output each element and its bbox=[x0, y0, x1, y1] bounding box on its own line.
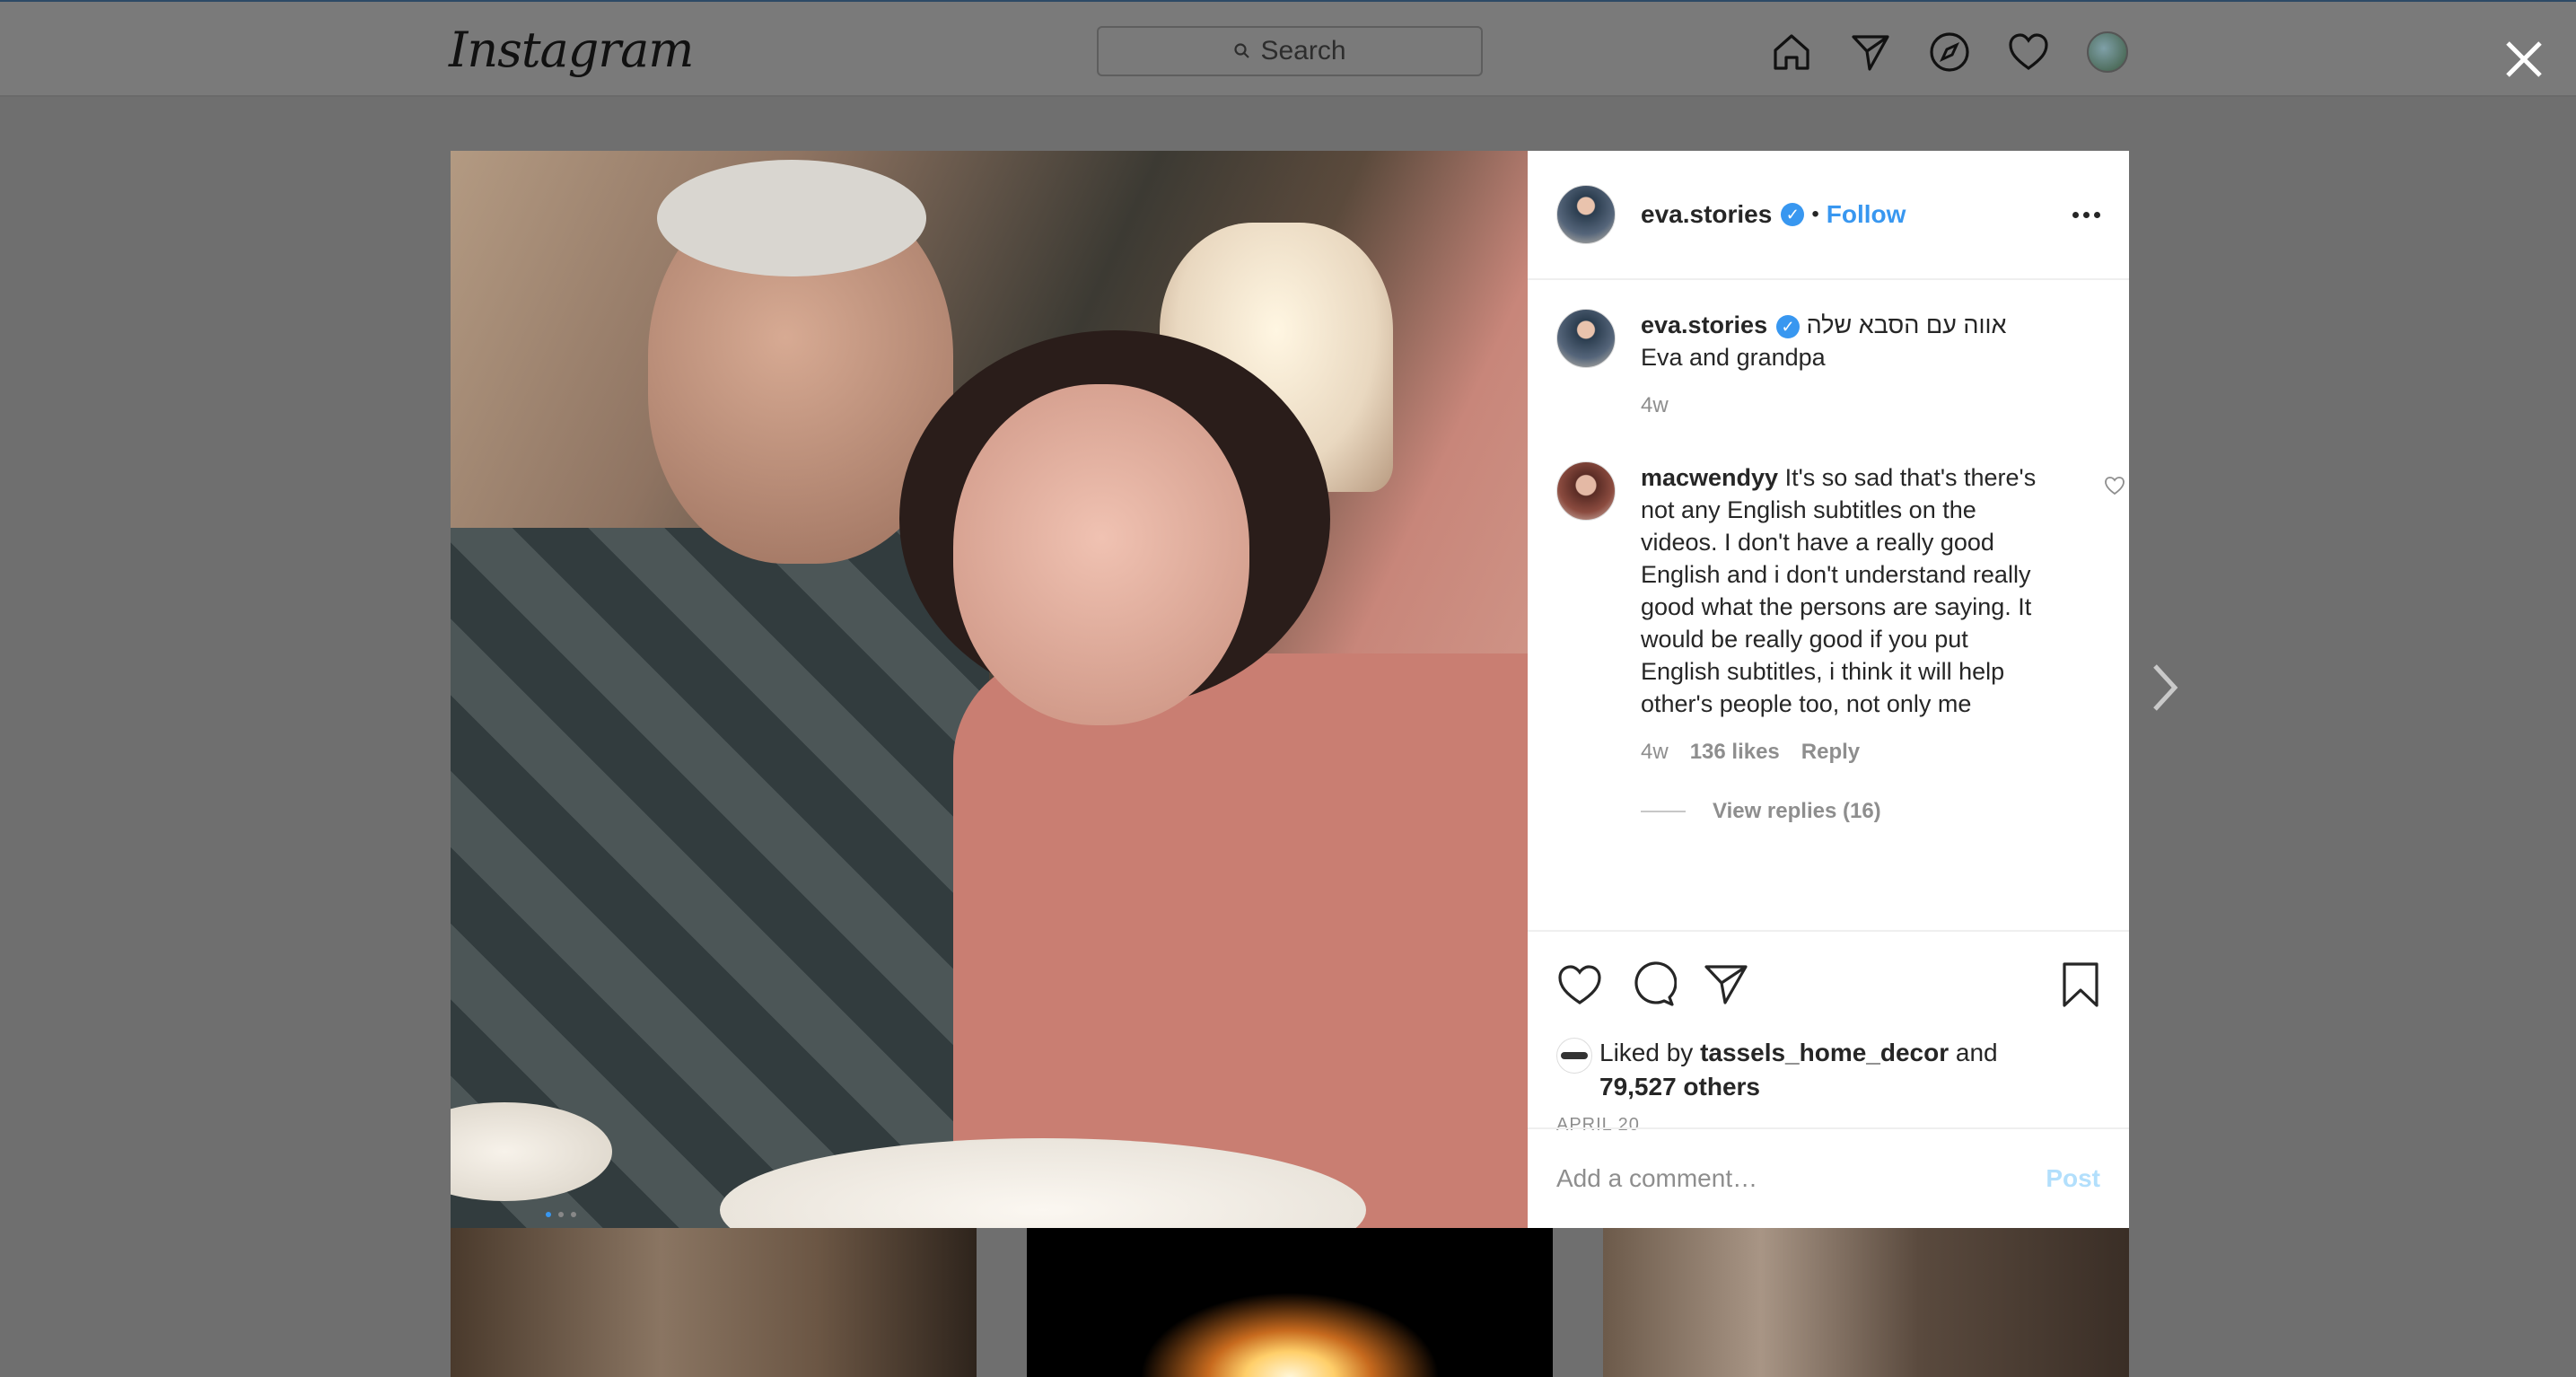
share-icon[interactable] bbox=[1704, 963, 1748, 1011]
author-avatar[interactable] bbox=[1556, 185, 1616, 244]
view-replies-label: View replies (16) bbox=[1713, 799, 1881, 823]
author-username[interactable]: eva.stories bbox=[1641, 200, 1772, 229]
caption-english: Eva and grandpa bbox=[1641, 344, 1826, 371]
post-comment-button[interactable]: Post bbox=[2046, 1164, 2100, 1193]
action-bar bbox=[1528, 930, 2129, 1041]
bookmark-icon[interactable] bbox=[2061, 961, 2100, 1013]
caption: eva.stories ✓ אווה עם הסבא שלה Eva and gr… bbox=[1556, 309, 2100, 418]
comment-likes[interactable]: 136 likes bbox=[1690, 740, 1780, 765]
search-box[interactable]: Search bbox=[1097, 26, 1483, 76]
liked-by-user[interactable]: tassels_home_decor bbox=[1700, 1039, 1949, 1066]
commenter-avatar[interactable] bbox=[1556, 461, 1616, 521]
verified-badge-icon: ✓ bbox=[1776, 314, 1801, 338]
liked-by-prefix: Liked by bbox=[1599, 1039, 1694, 1066]
like-heart-icon[interactable] bbox=[1556, 963, 1603, 1011]
photo-girl-face bbox=[953, 384, 1249, 725]
verified-badge-icon: ✓ bbox=[1781, 203, 1805, 226]
explore-icon[interactable] bbox=[1924, 27, 1975, 77]
caption-hebrew: אווה עם הסבא שלה bbox=[1806, 311, 2007, 338]
comment-like-icon[interactable] bbox=[2104, 476, 2125, 500]
caption-username[interactable]: eva.stories bbox=[1641, 311, 1767, 338]
likes-summary: Liked by tassels_home_decor and 79,527 o… bbox=[1528, 1036, 2129, 1104]
comment-input[interactable] bbox=[1556, 1164, 2046, 1193]
profile-avatar[interactable] bbox=[2082, 27, 2133, 77]
direct-icon[interactable] bbox=[1845, 27, 1896, 77]
comment: macwendyy It's so sad that's there's not… bbox=[1556, 461, 2125, 765]
comments-list[interactable]: eva.stories ✓ אווה עם הסבא שלה Eva and gr… bbox=[1528, 280, 2129, 930]
comment-text: It's so sad that's there's not any Engli… bbox=[1641, 464, 2037, 717]
post-header: eva.stories ✓ • Follow bbox=[1528, 151, 2129, 280]
next-post-chevron-icon[interactable] bbox=[2140, 662, 2190, 713]
separator-dot: • bbox=[1811, 202, 1819, 226]
search-icon bbox=[1234, 43, 1250, 58]
liked-by-others[interactable]: 79,527 others bbox=[1599, 1073, 1760, 1101]
liked-by-and: and bbox=[1955, 1039, 1998, 1066]
more-options-icon[interactable] bbox=[2072, 211, 2100, 218]
main-nav bbox=[1766, 27, 2133, 77]
carousel-dots bbox=[546, 1212, 576, 1217]
liker-avatar[interactable] bbox=[1556, 1038, 1592, 1074]
top-navigation-bar: Instagram Search bbox=[0, 0, 2576, 97]
activity-heart-icon[interactable] bbox=[2003, 27, 2054, 77]
replies-divider bbox=[1641, 811, 1686, 812]
related-post-thumbnail[interactable] bbox=[451, 1228, 977, 1377]
comment-username[interactable]: macwendyy bbox=[1641, 464, 1778, 491]
photo-grandpa-hair bbox=[657, 160, 926, 276]
home-icon[interactable] bbox=[1766, 27, 1817, 77]
add-comment-bar: Post bbox=[1528, 1127, 2129, 1228]
caption-time[interactable]: 4w bbox=[1641, 393, 1669, 418]
comment-time[interactable]: 4w bbox=[1641, 740, 1669, 765]
post-side-panel: eva.stories ✓ • Follow eva.stories ✓ אווה… bbox=[1528, 151, 2129, 1228]
search-placeholder: Search bbox=[1260, 36, 1346, 66]
follow-button[interactable]: Follow bbox=[1827, 200, 1906, 229]
related-post-thumbnail[interactable] bbox=[1027, 1228, 1553, 1377]
view-replies-button[interactable]: View replies (16) bbox=[1641, 799, 2100, 824]
reply-button[interactable]: Reply bbox=[1801, 740, 1860, 765]
related-post-thumbnail[interactable] bbox=[1603, 1228, 2129, 1377]
instagram-logo[interactable]: Instagram bbox=[449, 22, 694, 78]
comment-bubble-icon[interactable] bbox=[1630, 960, 1678, 1013]
close-icon[interactable] bbox=[2499, 34, 2549, 84]
caption-avatar[interactable] bbox=[1556, 309, 1616, 368]
post-photo[interactable] bbox=[451, 151, 1528, 1228]
